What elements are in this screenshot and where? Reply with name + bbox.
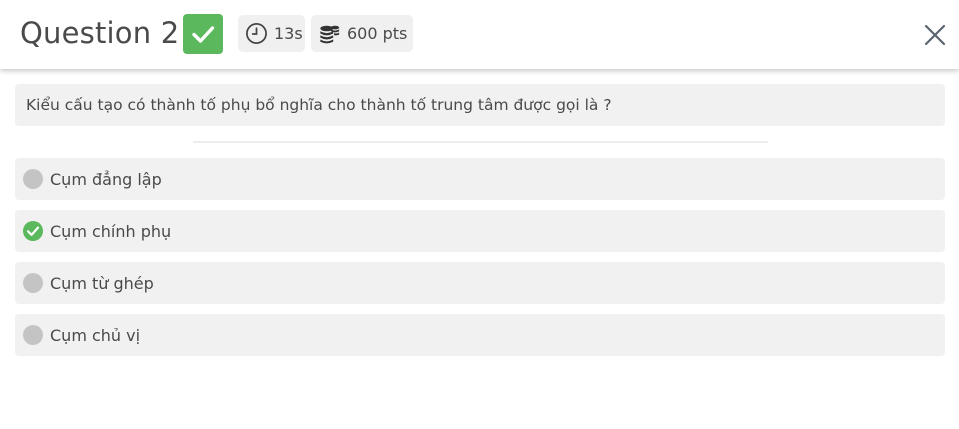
- close-button[interactable]: [921, 21, 949, 49]
- correct-status-badge: [183, 14, 223, 54]
- unselected-dot-icon: [23, 325, 43, 345]
- question-text-box: Kiểu cấu tạo có thành tố phụ bổ nghĩa ch…: [15, 84, 945, 126]
- points-value: 600 pts: [347, 24, 408, 43]
- question-header: Question 2 13s 600 pts: [0, 0, 959, 69]
- answer-label: Cụm chính phụ: [50, 221, 172, 241]
- answer-label: Cụm đẳng lập: [50, 169, 162, 189]
- divider: [193, 141, 768, 143]
- check-icon: [192, 26, 215, 43]
- answer-label: Cụm từ ghép: [50, 273, 154, 293]
- correct-check-icon: [23, 221, 43, 241]
- time-chip: 13s: [238, 15, 305, 52]
- points-chip: 600 pts: [311, 15, 413, 52]
- unselected-dot-icon: [23, 273, 43, 293]
- time-value: 13s: [274, 24, 303, 43]
- question-title: Question 2: [20, 16, 180, 50]
- close-icon: [924, 24, 946, 46]
- answer-option-3[interactable]: Cụm từ ghép: [15, 262, 945, 304]
- clock-icon: [245, 22, 268, 45]
- unselected-dot-icon: [23, 169, 43, 189]
- answer-option-2[interactable]: Cụm chính phụ: [15, 210, 945, 252]
- question-text: Kiểu cấu tạo có thành tố phụ bổ nghĩa ch…: [26, 96, 612, 114]
- answer-option-4[interactable]: Cụm chủ vị: [15, 314, 945, 356]
- answer-option-1[interactable]: Cụm đẳng lập: [15, 158, 945, 200]
- coins-icon: [318, 23, 341, 45]
- answer-label: Cụm chủ vị: [50, 325, 141, 345]
